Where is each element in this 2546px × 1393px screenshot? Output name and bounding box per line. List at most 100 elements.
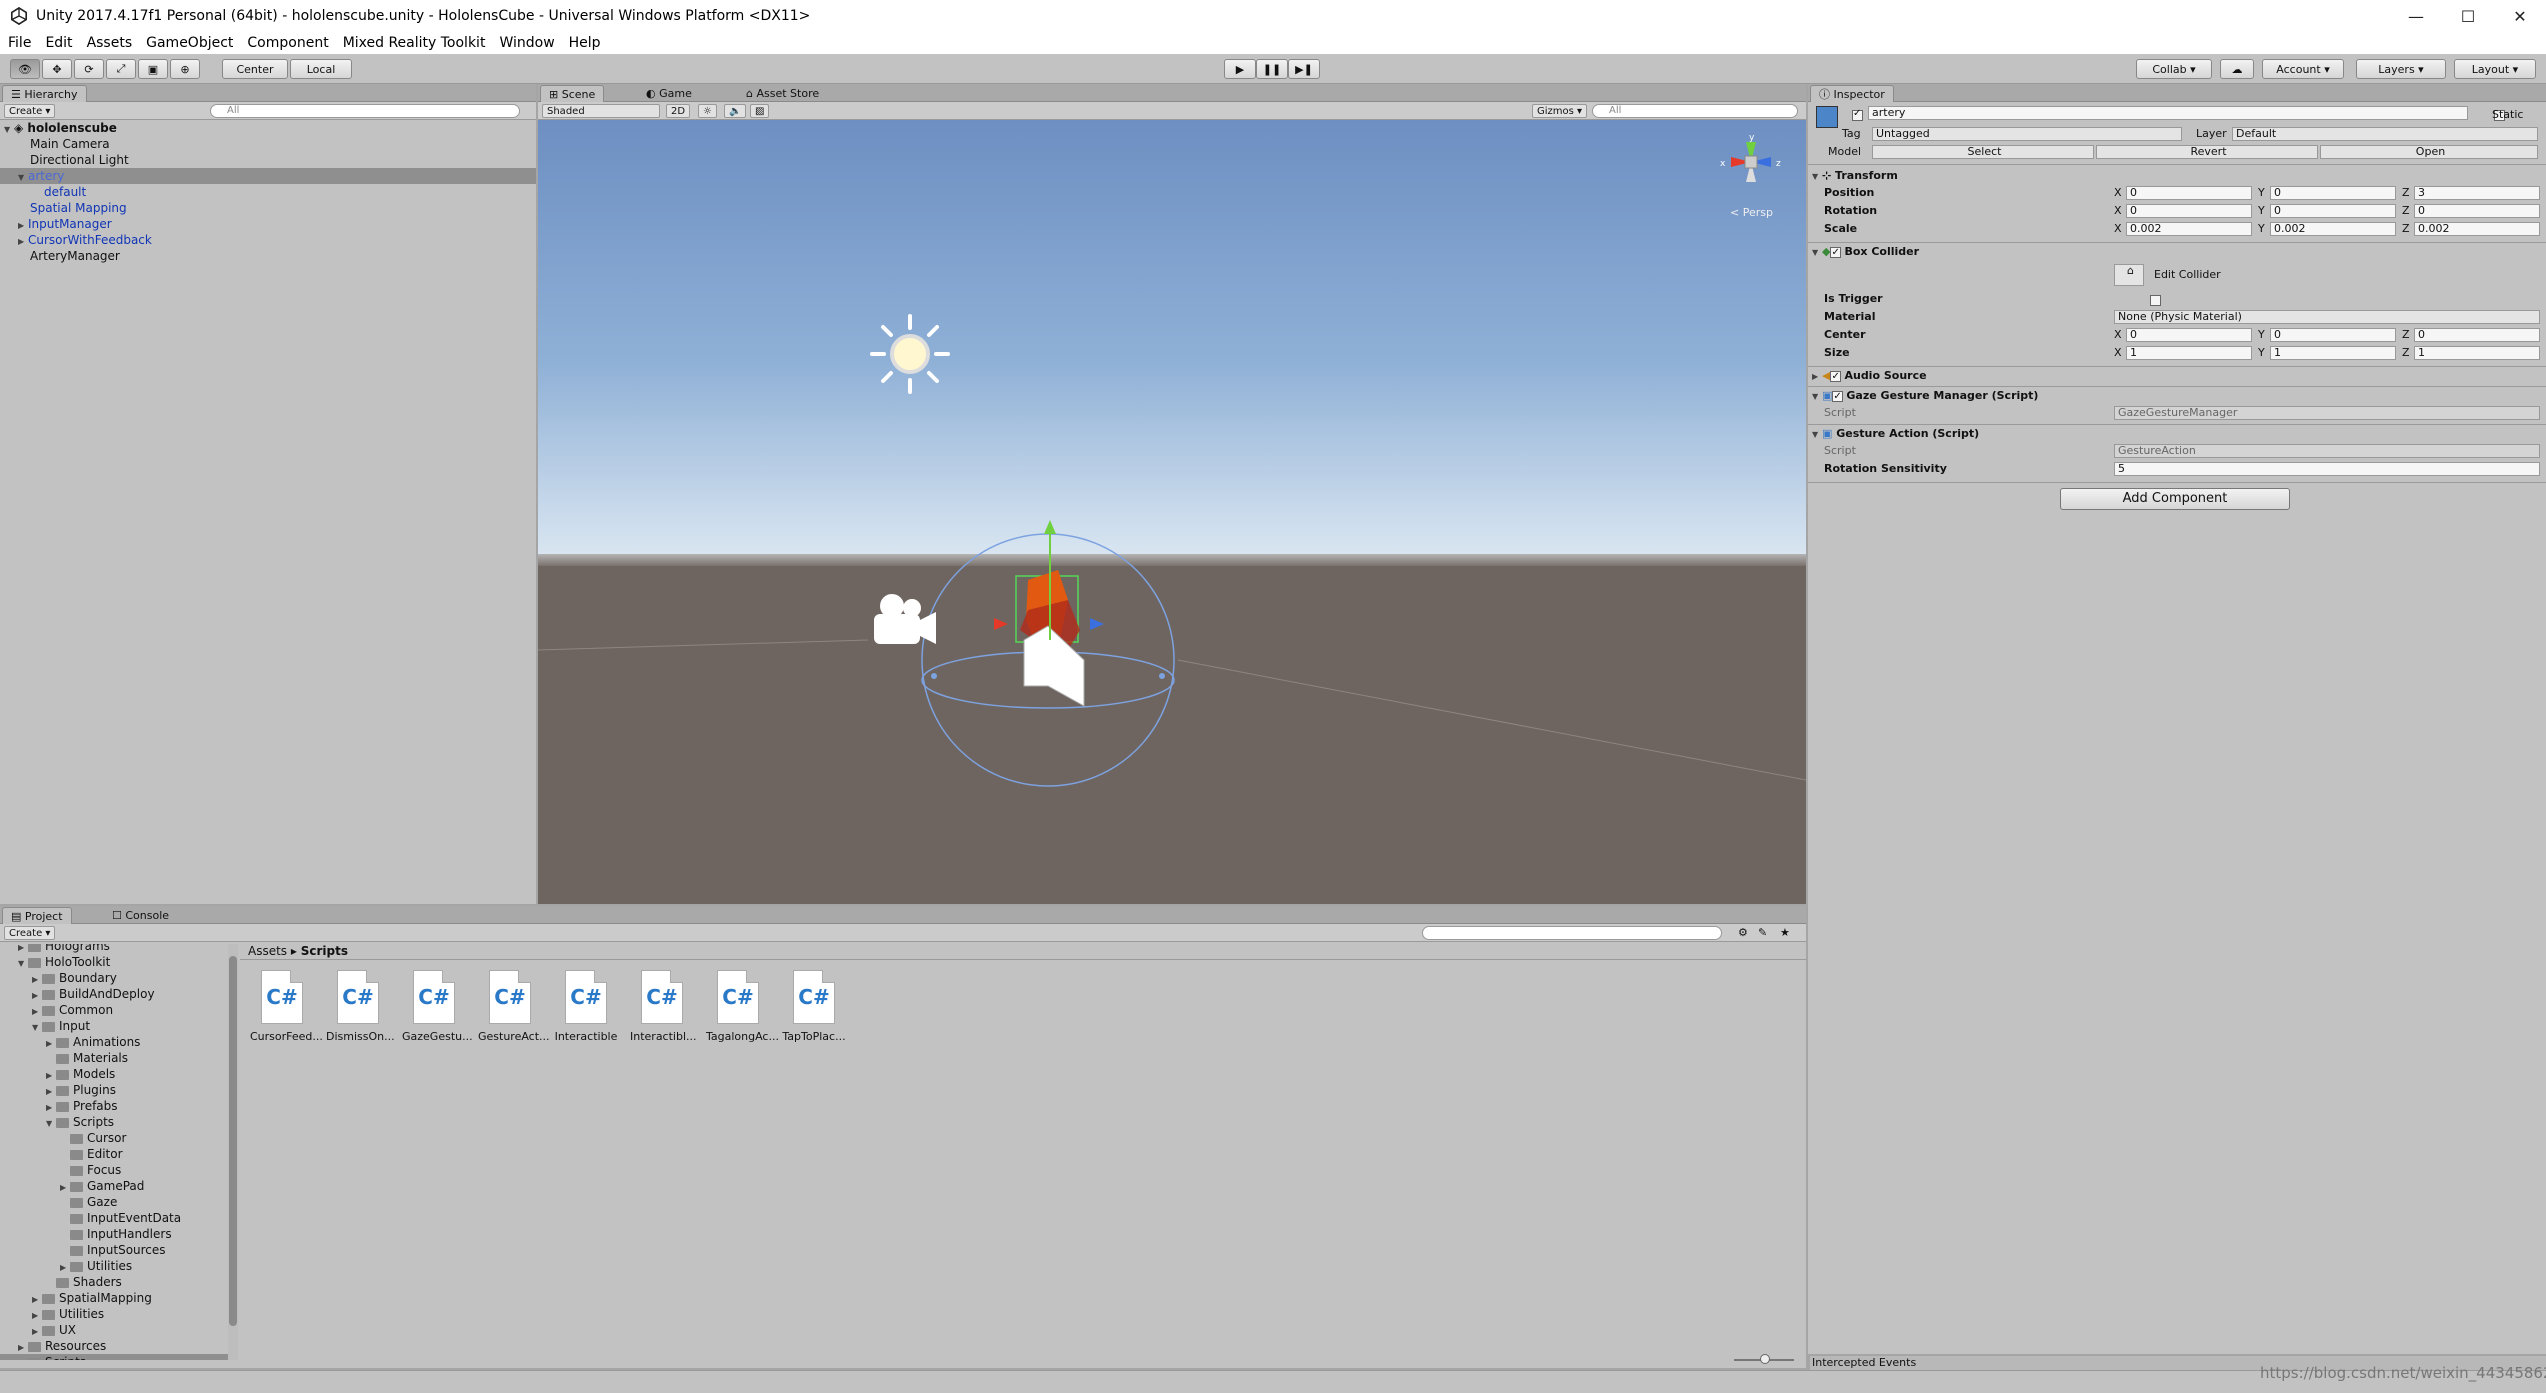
list-item[interactable]: ▶ Holograms xyxy=(0,944,228,954)
script-asset[interactable]: C# DismissOn... xyxy=(326,970,395,1043)
rotation-x-field[interactable]: 0 xyxy=(2126,204,2252,218)
list-item[interactable]: ▶ SpatialMapping xyxy=(0,1290,228,1306)
position-y-field[interactable]: 0 xyxy=(2270,186,2396,200)
script-asset[interactable]: C# Interactible xyxy=(554,970,618,1043)
menu-mixed-reality-toolkit[interactable]: Mixed Reality Toolkit xyxy=(343,35,486,51)
audio-toggle[interactable]: 🔈 xyxy=(724,104,747,118)
gizmos-dropdown[interactable]: Gizmos ▾ xyxy=(1532,104,1588,118)
size-x-field[interactable]: 1 xyxy=(2126,346,2252,360)
list-item[interactable]: Scripts xyxy=(0,1354,228,1360)
tab-inspector[interactable]: ⓘ Inspector xyxy=(1810,85,1894,102)
step-button[interactable]: ▶❚ xyxy=(1288,59,1320,79)
icon-size-slider-handle[interactable] xyxy=(1760,1354,1770,1364)
list-item[interactable]: InputSources xyxy=(0,1242,228,1258)
model-open-button[interactable]: Open xyxy=(2320,145,2538,159)
model-revert-button[interactable]: Revert xyxy=(2096,145,2318,159)
orientation-gizmo[interactable]: y x z xyxy=(1706,132,1796,202)
list-item[interactable]: Gaze xyxy=(0,1194,228,1210)
add-component-button[interactable]: Add Component xyxy=(2060,488,2290,510)
close-icon[interactable]: ✕ xyxy=(2494,0,2546,32)
list-item[interactable]: Directional Light xyxy=(0,152,536,168)
gesture-script-field[interactable]: GestureAction xyxy=(2114,444,2540,458)
script-asset[interactable]: C# GestureAct... xyxy=(478,970,550,1043)
play-button[interactable]: ▶ xyxy=(1224,59,1256,79)
tag-dropdown[interactable]: Untagged xyxy=(1872,127,2182,141)
list-item[interactable]: default xyxy=(0,184,536,200)
size-z-field[interactable]: 1 xyxy=(2414,346,2540,360)
is-trigger-checkbox[interactable] xyxy=(2149,295,2161,306)
tab-asset-store[interactable]: ⌂ Asset Store xyxy=(738,85,827,102)
script-asset[interactable]: C# CursorFeed... xyxy=(250,970,323,1043)
scene-root[interactable]: ▼ ◈ hololenscube xyxy=(0,120,536,136)
box-collider-checkbox[interactable] xyxy=(1830,245,1842,261)
maximize-icon[interactable]: ☐ xyxy=(2442,0,2494,32)
menu-file[interactable]: File xyxy=(8,35,31,51)
list-item[interactable]: ▶ Common xyxy=(0,1002,228,1018)
list-item[interactable]: ▶ Resources xyxy=(0,1338,228,1354)
list-item[interactable]: ▼ Scripts xyxy=(0,1114,228,1130)
project-create-button[interactable]: Create ▾ xyxy=(4,926,56,940)
script-asset[interactable]: C# TagalongAc... xyxy=(706,970,779,1043)
list-item[interactable]: ▶ Boundary xyxy=(0,970,228,986)
filter-type-icon[interactable]: ⚙ xyxy=(1738,926,1748,939)
list-item[interactable]: ▼ HoloToolkit xyxy=(0,954,228,970)
active-checkbox[interactable] xyxy=(1852,108,1863,121)
gaze-script-field[interactable]: GazeGestureManager xyxy=(2114,406,2540,420)
project-search-input[interactable] xyxy=(1422,926,1722,940)
list-item[interactable]: ▼ Input xyxy=(0,1018,228,1034)
list-item[interactable]: Materials xyxy=(0,1050,228,1066)
transform-header[interactable]: ▼ ⊹ Transform xyxy=(1808,168,2546,184)
menu-gameobject[interactable]: GameObject xyxy=(146,35,233,51)
scene-viewport[interactable]: y x z < Persp xyxy=(538,120,1806,904)
gaze-gesture-manager-checkbox[interactable] xyxy=(1832,389,1844,405)
layout-button[interactable]: Layout ▾ xyxy=(2454,59,2536,79)
menu-component[interactable]: Component xyxy=(247,35,328,51)
rotation-sensitivity-field[interactable]: 5 xyxy=(2114,462,2540,476)
layer-dropdown[interactable]: Default xyxy=(2232,127,2538,141)
audio-source-header[interactable]: ▶◀Audio Source xyxy=(1808,368,2546,385)
breadcrumb-assets[interactable]: Assets xyxy=(248,944,287,958)
list-item[interactable]: ▶ UX xyxy=(0,1322,228,1338)
menu-help[interactable]: Help xyxy=(569,35,601,51)
list-item[interactable]: ▶ Prefabs xyxy=(0,1098,228,1114)
collab-button[interactable]: Collab ▾ xyxy=(2136,59,2212,79)
object-name-field[interactable]: artery xyxy=(1868,106,2468,120)
gaze-gesture-manager-header[interactable]: ▼▣Gaze Gesture Manager (Script) xyxy=(1808,388,2546,405)
list-item[interactable]: ▶ CursorWithFeedback xyxy=(0,232,536,248)
menu-window[interactable]: Window xyxy=(499,35,554,51)
effects-toggle[interactable]: ▨ xyxy=(750,104,770,118)
account-button[interactable]: Account ▾ xyxy=(2262,59,2344,79)
list-item[interactable]: Main Camera xyxy=(0,136,536,152)
layers-button[interactable]: Layers ▾ xyxy=(2356,59,2446,79)
gesture-action-header[interactable]: ▼ ▣ Gesture Action (Script) xyxy=(1808,426,2546,442)
list-item[interactable]: InputEventData xyxy=(0,1210,228,1226)
rotation-z-field[interactable]: 0 xyxy=(2414,204,2540,218)
tab-hierarchy[interactable]: ☰ Hierarchy xyxy=(2,85,87,102)
list-item[interactable]: Cursor xyxy=(0,1130,228,1146)
list-item[interactable]: ▶ Utilities xyxy=(0,1306,228,1322)
tab-project[interactable]: ▤ Project xyxy=(2,907,72,924)
minimize-icon[interactable]: — xyxy=(2390,0,2442,32)
shading-dropdown[interactable]: Shaded xyxy=(542,104,660,118)
menu-edit[interactable]: Edit xyxy=(45,35,72,51)
center-z-field[interactable]: 0 xyxy=(2414,328,2540,342)
list-item-selected[interactable]: ▼ artery xyxy=(0,168,536,184)
breadcrumb-scripts[interactable]: Scripts xyxy=(301,944,348,958)
cloud-button[interactable]: ☁ xyxy=(2220,59,2254,79)
list-item[interactable]: ▶ GamePad xyxy=(0,1178,228,1194)
script-asset[interactable]: C# GazeGestu... xyxy=(402,970,473,1043)
tab-console[interactable]: ☐ Console xyxy=(104,907,177,924)
view-tool-button[interactable]: 👁 xyxy=(10,59,40,79)
transform-tool-button[interactable]: ⊕ xyxy=(170,59,200,79)
scale-tool-button[interactable]: ⤢ xyxy=(106,59,136,79)
filter-label-icon[interactable]: ✎ xyxy=(1758,926,1767,939)
scale-y-field[interactable]: 0.002 xyxy=(2270,222,2396,236)
scene-search-input[interactable]: All xyxy=(1592,104,1798,118)
list-item[interactable]: InputHandlers xyxy=(0,1226,228,1242)
pivot-local-button[interactable]: Local xyxy=(290,59,352,79)
center-y-field[interactable]: 0 xyxy=(2270,328,2396,342)
list-item[interactable]: ▶ BuildAndDeploy xyxy=(0,986,228,1002)
tab-scene[interactable]: ⊞ Scene xyxy=(540,85,605,102)
lighting-toggle[interactable]: ☼ xyxy=(698,104,717,118)
list-item[interactable]: Shaders xyxy=(0,1274,228,1290)
